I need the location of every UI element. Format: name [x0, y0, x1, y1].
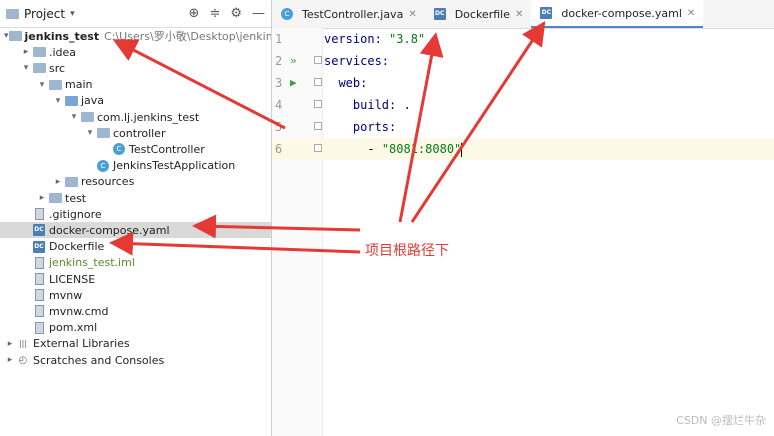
arrow-to-dockerfile	[109, 231, 361, 256]
arrow-to-root	[112, 39, 286, 130]
annotation-arrows	[109, 20, 546, 256]
arrow-to-compose-file	[192, 214, 361, 239]
